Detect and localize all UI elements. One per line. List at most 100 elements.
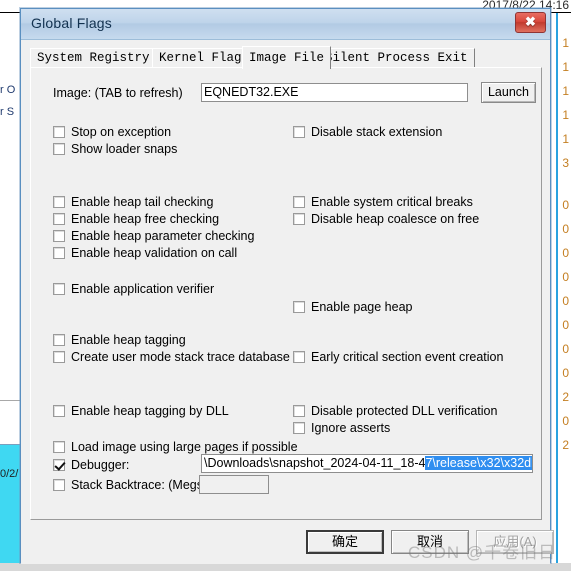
- checkbox-label: Disable stack extension: [311, 125, 443, 139]
- checkbox-label: Early critical section event creation: [311, 350, 504, 364]
- close-button[interactable]: ✖: [515, 12, 546, 33]
- launch-button[interactable]: Launch: [481, 82, 536, 103]
- checkbox-box[interactable]: [53, 196, 65, 208]
- checkbox-show-loader-snaps[interactable]: Show loader snaps: [53, 142, 177, 156]
- checkbox-box[interactable]: [293, 196, 305, 208]
- checkbox-box[interactable]: [53, 213, 65, 225]
- checkbox-debugger[interactable]: Debugger:: [53, 458, 129, 472]
- checkbox-label: Stop on exception: [71, 125, 172, 139]
- checkbox-box[interactable]: [293, 126, 305, 138]
- tab-system-registry[interactable]: System Registry: [30, 48, 157, 67]
- checkbox-box[interactable]: [293, 422, 305, 434]
- checkbox-box[interactable]: [53, 479, 65, 491]
- checkbox-label: Enable heap validation on call: [71, 246, 238, 260]
- checkbox-enable-heap-validation-on-call[interactable]: Enable heap validation on call: [53, 246, 237, 260]
- global-flags-dialog: Global Flags ✖ System Registry Kernel Fl…: [20, 8, 554, 564]
- background-digit: 3: [562, 156, 569, 170]
- checkbox-label: Show loader snaps: [71, 142, 178, 156]
- background-digit: 0: [562, 246, 569, 260]
- checkbox-create-user-mode-stack-trace-database[interactable]: Create user mode stack trace database: [53, 350, 290, 364]
- tab-image-file[interactable]: Image File: [242, 46, 332, 69]
- dialog-title: Global Flags: [31, 15, 112, 31]
- checkbox-box[interactable]: [293, 213, 305, 225]
- debugger-path-selected-text: 7\release\x32\x32dbg.exe: [425, 456, 532, 470]
- cancel-button[interactable]: 取消: [391, 530, 469, 554]
- checkbox-enable-heap-tail-checking[interactable]: Enable heap tail checking: [53, 195, 213, 209]
- checkbox-box[interactable]: [53, 459, 65, 471]
- checkbox-box[interactable]: [53, 405, 65, 417]
- checkbox-box[interactable]: [53, 334, 65, 346]
- checkbox-label: Enable heap free checking: [71, 212, 220, 226]
- checkbox-box[interactable]: [293, 405, 305, 417]
- checkbox-disable-protected-dll-verification[interactable]: Disable protected DLL verification: [293, 404, 497, 418]
- stack-backtrace-label: Stack Backtrace: (Megs): [71, 478, 208, 492]
- background-digit: 1: [562, 84, 569, 98]
- background-left-text-1: r O: [0, 84, 16, 96]
- checkbox-label: Disable protected DLL verification: [311, 404, 498, 418]
- background-right-digit-column: 1 1 1 1 1 3 0 0 0 0 0 0 0 0 2 0 2: [557, 13, 571, 571]
- checkbox-box[interactable]: [53, 283, 65, 295]
- image-file-tabpage: Image: (TAB to refresh) EQNEDT32.EXE Lau…: [30, 67, 542, 520]
- dialog-body: System Registry Kernel Flags Image File …: [21, 40, 554, 564]
- checkbox-enable-application-verifier[interactable]: Enable application verifier: [53, 282, 214, 296]
- checkbox-box[interactable]: [53, 247, 65, 259]
- background-digit: 0: [562, 270, 569, 284]
- checkbox-stop-on-exception[interactable]: Stop on exception: [53, 125, 171, 139]
- ok-button[interactable]: 确定: [306, 530, 384, 554]
- checkbox-enable-page-heap[interactable]: Enable page heap: [293, 300, 412, 314]
- checkbox-label: Enable heap tail checking: [71, 195, 214, 209]
- checkbox-box[interactable]: [293, 351, 305, 363]
- checkbox-box[interactable]: [53, 351, 65, 363]
- image-label: Image: (TAB to refresh): [53, 86, 183, 100]
- checkbox-label: Enable page heap: [311, 300, 413, 314]
- checkbox-early-critical-section-event-creation[interactable]: Early critical section event creation: [293, 350, 503, 364]
- background-digit: 1: [562, 132, 569, 146]
- checkbox-disable-heap-coalesce-on-free[interactable]: Disable heap coalesce on free: [293, 212, 479, 226]
- checkbox-load-image-using-large-pages[interactable]: Load image using large pages if possible: [53, 440, 298, 454]
- debugger-path-input[interactable]: \Downloads\snapshot_2024-04-11_18-47\rel…: [201, 454, 533, 473]
- background-digit: 0: [562, 198, 569, 212]
- close-icon: ✖: [525, 14, 536, 29]
- apply-button: 应用(A): [476, 530, 554, 554]
- checkbox-box[interactable]: [53, 143, 65, 155]
- checkbox-disable-stack-extension[interactable]: Disable stack extension: [293, 125, 442, 139]
- background-digit: 1: [562, 36, 569, 50]
- background-fraction-text: 0/2/: [0, 468, 19, 480]
- tab-silent-process-exit[interactable]: Silent Process Exit: [318, 48, 475, 67]
- background-bottom-strip: [0, 563, 571, 571]
- background-digit: 2: [562, 438, 569, 452]
- checkbox-ignore-asserts[interactable]: Ignore asserts: [293, 421, 390, 435]
- background-digit: 1: [562, 60, 569, 74]
- checkbox-enable-heap-parameter-checking[interactable]: Enable heap parameter checking: [53, 229, 254, 243]
- debugger-label: Debugger:: [71, 458, 130, 472]
- image-input[interactable]: EQNEDT32.EXE: [201, 83, 468, 102]
- screenshot-root: 2017/8/22 14:16 r O r S 1 1 1 1 1 3 0 0 …: [0, 0, 571, 571]
- checkbox-enable-heap-tagging[interactable]: Enable heap tagging: [53, 333, 186, 347]
- background-left-text-2: r S: [0, 106, 15, 118]
- debugger-path-prefix: \Downloads\snapshot_2024-04-11_18-4: [204, 456, 426, 470]
- checkbox-label: Enable application verifier: [71, 282, 215, 296]
- background-digit: 0: [562, 414, 569, 428]
- background-digit: 1: [562, 108, 569, 122]
- checkbox-label: Enable system critical breaks: [311, 195, 473, 209]
- checkbox-enable-heap-tagging-by-dll[interactable]: Enable heap tagging by DLL: [53, 404, 229, 418]
- checkbox-label: Load image using large pages if possible: [71, 440, 298, 454]
- checkbox-box[interactable]: [53, 126, 65, 138]
- dialog-titlebar[interactable]: Global Flags ✖: [21, 9, 550, 40]
- background-digit: 0: [562, 366, 569, 380]
- background-digit: 0: [562, 342, 569, 356]
- checkbox-box[interactable]: [53, 441, 65, 453]
- checkbox-label: Create user mode stack trace database: [71, 350, 290, 364]
- checkbox-enable-system-critical-breaks[interactable]: Enable system critical breaks: [293, 195, 473, 209]
- dialog-button-bar: 确定 取消 应用(A): [21, 520, 554, 564]
- checkbox-enable-heap-free-checking[interactable]: Enable heap free checking: [53, 212, 219, 226]
- tab-kernel-flags[interactable]: Kernel Flags: [152, 48, 257, 67]
- checkbox-stack-backtrace[interactable]: Stack Backtrace: (Megs): [53, 478, 207, 492]
- background-digit: 0: [562, 294, 569, 308]
- checkbox-label: Disable heap coalesce on free: [311, 212, 480, 226]
- tabstrip: System Registry Kernel Flags Image File …: [30, 46, 541, 69]
- checkbox-box[interactable]: [293, 301, 305, 313]
- checkbox-box[interactable]: [53, 230, 65, 242]
- stack-backtrace-input[interactable]: [199, 475, 269, 494]
- checkbox-label: Ignore asserts: [311, 421, 391, 435]
